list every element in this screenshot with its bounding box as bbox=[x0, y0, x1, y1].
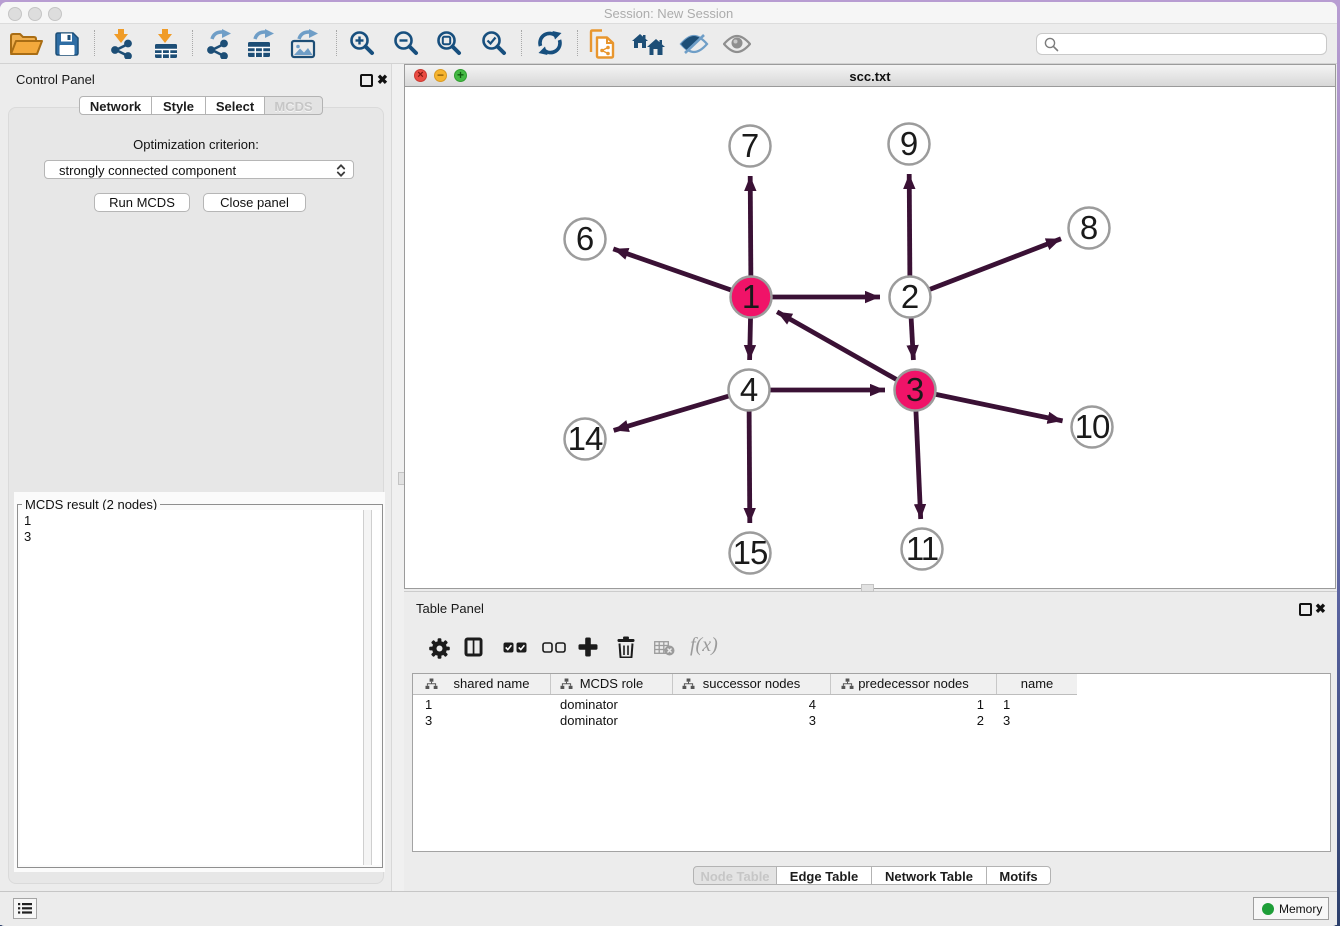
svg-text:7: 7 bbox=[741, 127, 759, 164]
svg-text:2: 2 bbox=[901, 278, 919, 315]
svg-text:10: 10 bbox=[1075, 408, 1110, 445]
svg-text:9: 9 bbox=[900, 125, 918, 162]
svg-text:15: 15 bbox=[733, 534, 768, 571]
svg-text:4: 4 bbox=[740, 371, 758, 408]
svg-text:14: 14 bbox=[568, 420, 603, 457]
svg-text:1: 1 bbox=[742, 278, 760, 315]
svg-text:8: 8 bbox=[1080, 209, 1098, 246]
svg-text:6: 6 bbox=[576, 220, 594, 257]
svg-text:3: 3 bbox=[906, 371, 924, 408]
svg-text:11: 11 bbox=[906, 530, 938, 567]
